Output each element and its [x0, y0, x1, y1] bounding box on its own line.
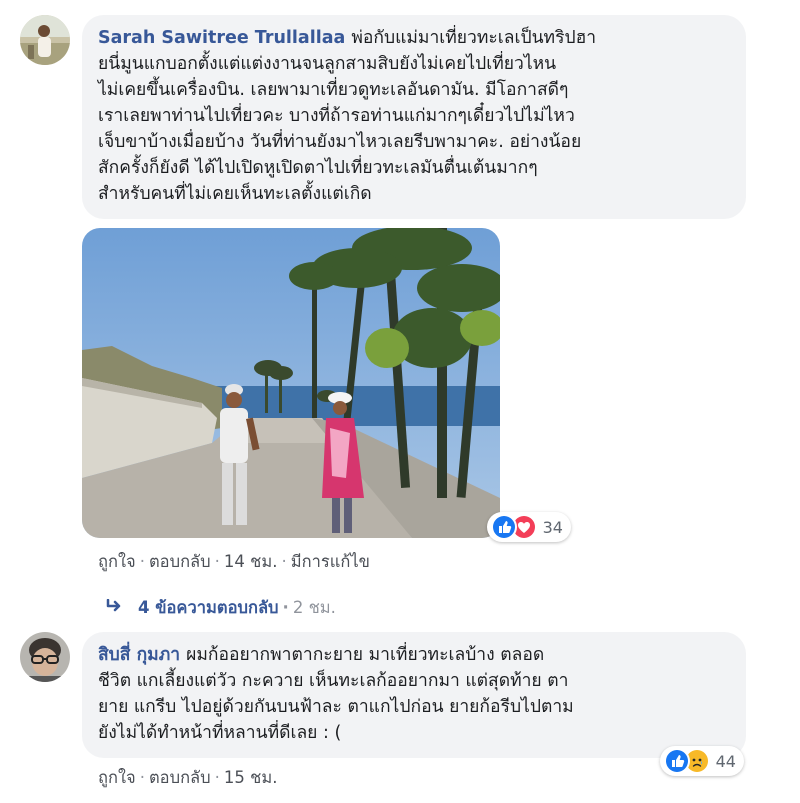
comment-line: ชีวิต แกเลี้ยงแต่วัว กะควาย เห็นทะเลก้ออ… — [98, 671, 569, 691]
comment-line: ยังไม่ได้ทำหน้าที่หลานที่ดีเลย : ( — [98, 723, 342, 743]
reply-button[interactable]: ตอบกลับ — [149, 768, 211, 787]
comment-line: เจ็บขาบ้างเมื่อยบ้าง วันที่ท่านยังมาไหวเ… — [98, 132, 582, 152]
like-reaction-icon — [664, 748, 690, 774]
comment-text: Sarah Sawitree Trullallaa พ่อกับแม่มาเที่… — [98, 25, 732, 207]
comment-line: ยาย แกรีบ ไปอยู่ด้วยกันบนฟ้าละ ตาแกไปก่อ… — [98, 697, 574, 717]
comment-line: สำหรับคนที่ไม่เคยเห็นทะเลตั้งแต่เกิด — [98, 184, 372, 204]
like-reaction-icon — [491, 514, 517, 540]
comment-line: พ่อกับแม่มาเที่ยวทะเลเป็นทริปฮา — [351, 28, 597, 48]
comment-line: ไม่เคยขึ้นเครื่องบิน. เลยพามาเที่ยวดูทะเ… — [98, 80, 569, 100]
reaction-count: 44 — [715, 751, 736, 771]
separator-dot: · — [214, 552, 220, 571]
comment-text: สิบสี่ กุมภา ผมก้ออยากพาตากะยาย มาเที่ยวท… — [98, 642, 732, 746]
comment-actions: ถูกใจ · ตอบกลับ · 15 ชม. — [98, 765, 277, 791]
comment-line: เราเลยพาท่านไปเที่ยวคะ บางที่ถ้ารอท่านแก… — [98, 106, 575, 126]
reply-arrow-icon — [106, 598, 124, 617]
comment-photo[interactable] — [82, 228, 500, 538]
separator-dot: · — [139, 768, 145, 787]
like-button[interactable]: ถูกใจ — [98, 768, 136, 787]
reaction-count: 34 — [542, 517, 563, 537]
comment-bubble: Sarah Sawitree Trullallaa พ่อกับแม่มาเที่… — [82, 15, 746, 219]
reply-button[interactable]: ตอบกลับ — [149, 552, 211, 571]
replies-timestamp: 2 ชม. — [292, 598, 336, 617]
avatar[interactable] — [20, 632, 70, 682]
comment-line: ผมก้ออยากพาตากะยาย มาเที่ยวทะเลบ้าง ตลอด — [186, 645, 545, 665]
comment-timestamp[interactable]: 15 ชม. — [224, 768, 278, 787]
reaction-summary[interactable]: 44 — [660, 746, 744, 776]
comment-timestamp[interactable]: 14 ชม. — [224, 552, 278, 571]
replies-count-label: 4 ข้อความตอบกลับ — [138, 598, 279, 617]
separator-dot: · — [139, 552, 145, 571]
comment-actions: ถูกใจ · ตอบกลับ · 14 ชม. · มีการแก้ไข — [98, 549, 370, 575]
reaction-summary[interactable]: 34 — [487, 512, 571, 542]
comment-author[interactable]: สิบสี่ กุมภา — [98, 645, 180, 665]
comment-line: ยนี่มูนแกบอกตั้งแต่แต่งงานจนลูกสามสิบยัง… — [98, 54, 557, 74]
edited-label[interactable]: มีการแก้ไข — [291, 552, 370, 571]
avatar[interactable] — [20, 15, 70, 65]
comment-line: สักครั้งก็ยังดี ได้ไปเปิดหูเปิดตาไปเที่ย… — [98, 158, 538, 178]
separator-dot: · — [214, 768, 220, 787]
like-button[interactable]: ถูกใจ — [98, 552, 136, 571]
view-replies-link[interactable]: 4 ข้อความตอบกลับ · 2 ชม. — [106, 595, 336, 621]
separator-dot: · — [282, 598, 289, 617]
separator-dot: · — [281, 552, 287, 571]
comment-bubble: สิบสี่ กุมภา ผมก้ออยากพาตากะยาย มาเที่ยวท… — [82, 632, 746, 758]
comment-author[interactable]: Sarah Sawitree Trullallaa — [98, 28, 345, 48]
